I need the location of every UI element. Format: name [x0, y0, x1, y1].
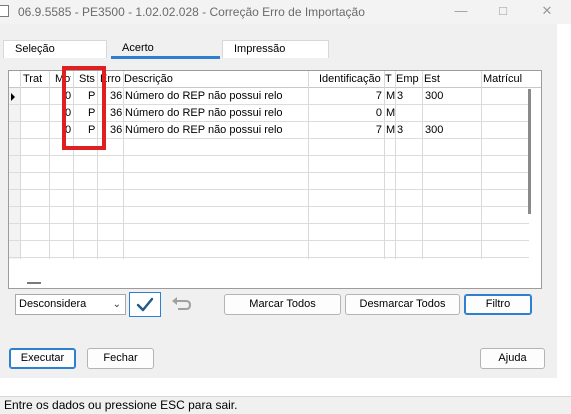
cell-descricao[interactable]: Número do REP não possui relo: [125, 89, 307, 103]
col-header-emp[interactable]: Emp: [396, 73, 419, 85]
status-message: Entre os dados ou pressione ESC para sai…: [4, 398, 238, 412]
col-divider: [20, 71, 21, 259]
maximize-icon[interactable]: □: [494, 3, 512, 19]
cell-t[interactable]: M: [386, 89, 395, 103]
cell-identificacao[interactable]: 7: [309, 123, 382, 137]
col-header-matricula[interactable]: Matrícul: [483, 73, 522, 85]
row-divider: [9, 206, 529, 207]
cell-est[interactable]: 300: [425, 89, 443, 103]
ajuda-button[interactable]: Ajuda: [480, 348, 545, 369]
desmarcar-todos-button[interactable]: Desmarcar Todos: [345, 294, 460, 315]
col-header-trat[interactable]: Trat: [23, 73, 42, 85]
checkmark-icon: [136, 297, 154, 312]
row-divider: [9, 155, 529, 156]
minimize-icon[interactable]: —: [452, 3, 470, 19]
horizontal-scrollbar[interactable]: [27, 282, 41, 284]
col-divider: [384, 71, 385, 259]
title-bar: 06.9.5585 - PE3500 - 1.02.02.028 - Corre…: [0, 0, 571, 24]
active-tab-indicator: [111, 56, 220, 59]
cell-est[interactable]: 300: [425, 123, 443, 137]
col-divider: [481, 71, 482, 259]
row-divider: [9, 172, 529, 173]
row-divider: [9, 240, 529, 241]
tab-selecao[interactable]: Seleção: [3, 40, 107, 58]
row-divider: [9, 189, 529, 190]
cell-erro[interactable]: 36: [110, 123, 122, 137]
row-divider: [9, 257, 529, 258]
col-divider: [422, 71, 423, 259]
close-icon[interactable]: ✕: [538, 3, 556, 19]
undo-button[interactable]: [166, 292, 195, 317]
cell-t[interactable]: M: [386, 123, 395, 137]
col-divider: [123, 71, 124, 259]
window-edge: [557, 24, 571, 378]
cell-erro[interactable]: 36: [110, 106, 122, 120]
grid-footer-area: [9, 259, 541, 288]
cell-identificacao[interactable]: 0: [309, 106, 382, 120]
confirm-button[interactable]: [129, 292, 161, 317]
col-divider: [49, 71, 50, 259]
cell-identificacao[interactable]: 7: [309, 89, 382, 103]
status-bar: Entre os dados ou pressione ESC para sai…: [0, 396, 571, 414]
undo-icon: [172, 297, 192, 310]
cell-emp[interactable]: 3: [397, 123, 403, 137]
tab-impressao[interactable]: Impressão: [222, 40, 329, 58]
cell-erro[interactable]: 36: [110, 89, 122, 103]
executar-button[interactable]: Executar: [9, 348, 76, 369]
vertical-scrollbar[interactable]: [528, 89, 531, 214]
cell-descricao[interactable]: Número do REP não possui relo: [125, 123, 307, 137]
fechar-button[interactable]: Fechar: [87, 348, 154, 369]
filtro-button[interactable]: Filtro: [464, 294, 532, 315]
col-header-descricao[interactable]: Descrição: [124, 73, 173, 85]
chevron-down-icon: ⌄: [112, 299, 121, 310]
row-divider: [9, 223, 529, 224]
current-row-pointer-icon: [11, 93, 15, 101]
cell-descricao[interactable]: Número do REP não possui relo: [125, 106, 307, 120]
cell-emp[interactable]: 3: [397, 89, 403, 103]
highlight-annotation: [62, 66, 106, 150]
action-select-value: Desconsidera: [19, 298, 87, 310]
marcar-todos-button[interactable]: Marcar Todos: [224, 294, 341, 315]
col-header-identificacao[interactable]: Identificação: [319, 73, 381, 85]
cell-t[interactable]: M: [386, 106, 395, 120]
action-select[interactable]: Desconsidera ⌄: [15, 294, 126, 315]
window-title: 06.9.5585 - PE3500 - 1.02.02.028 - Corre…: [18, 5, 365, 19]
col-header-est[interactable]: Est: [424, 73, 440, 85]
row-selector-column: [9, 88, 20, 259]
col-header-t[interactable]: T: [385, 73, 392, 85]
app-icon: [0, 5, 9, 17]
